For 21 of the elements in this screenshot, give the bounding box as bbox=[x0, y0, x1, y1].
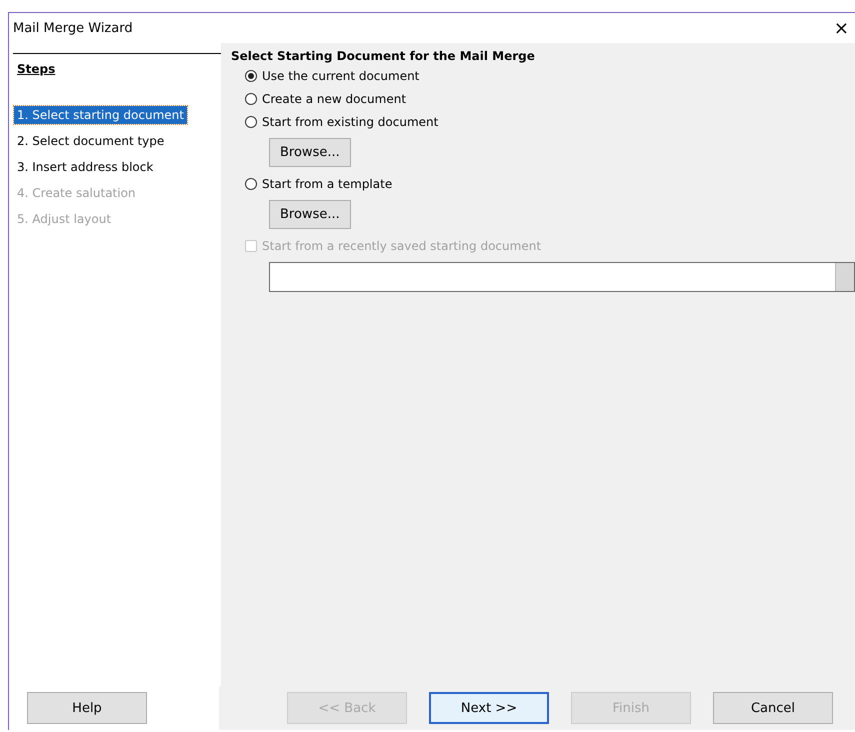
step-item[interactable]: 3. Insert address block bbox=[14, 158, 156, 176]
step-item[interactable]: 1. Select starting document bbox=[14, 106, 187, 124]
option-label: Start from a recently saved starting document bbox=[262, 239, 542, 253]
step-item[interactable]: 2. Select document type bbox=[14, 132, 168, 150]
steps-heading: Steps bbox=[17, 62, 56, 76]
radio-button[interactable] bbox=[245, 178, 257, 190]
radio-button[interactable] bbox=[245, 93, 257, 105]
dialog-button[interactable]: Help bbox=[27, 692, 147, 724]
page-title: Select Starting Document for the Mail Merge bbox=[231, 49, 535, 63]
dialog-button[interactable]: Next >> bbox=[429, 692, 549, 724]
option-label: Start from existing document bbox=[262, 115, 438, 129]
option-label: Create a new document bbox=[262, 92, 406, 106]
radio-button[interactable] bbox=[245, 116, 257, 128]
browse-button[interactable]: Browse... bbox=[269, 200, 351, 229]
browse-button[interactable]: Browse... bbox=[269, 138, 351, 167]
window-title: Mail Merge Wizard bbox=[13, 20, 133, 36]
option-label: Use the current document bbox=[262, 69, 420, 83]
radio-button[interactable] bbox=[245, 70, 257, 82]
close-button[interactable]: × bbox=[832, 18, 851, 38]
option-label: Start from a template bbox=[262, 177, 392, 191]
dialog-button[interactable]: Cancel bbox=[713, 692, 833, 724]
